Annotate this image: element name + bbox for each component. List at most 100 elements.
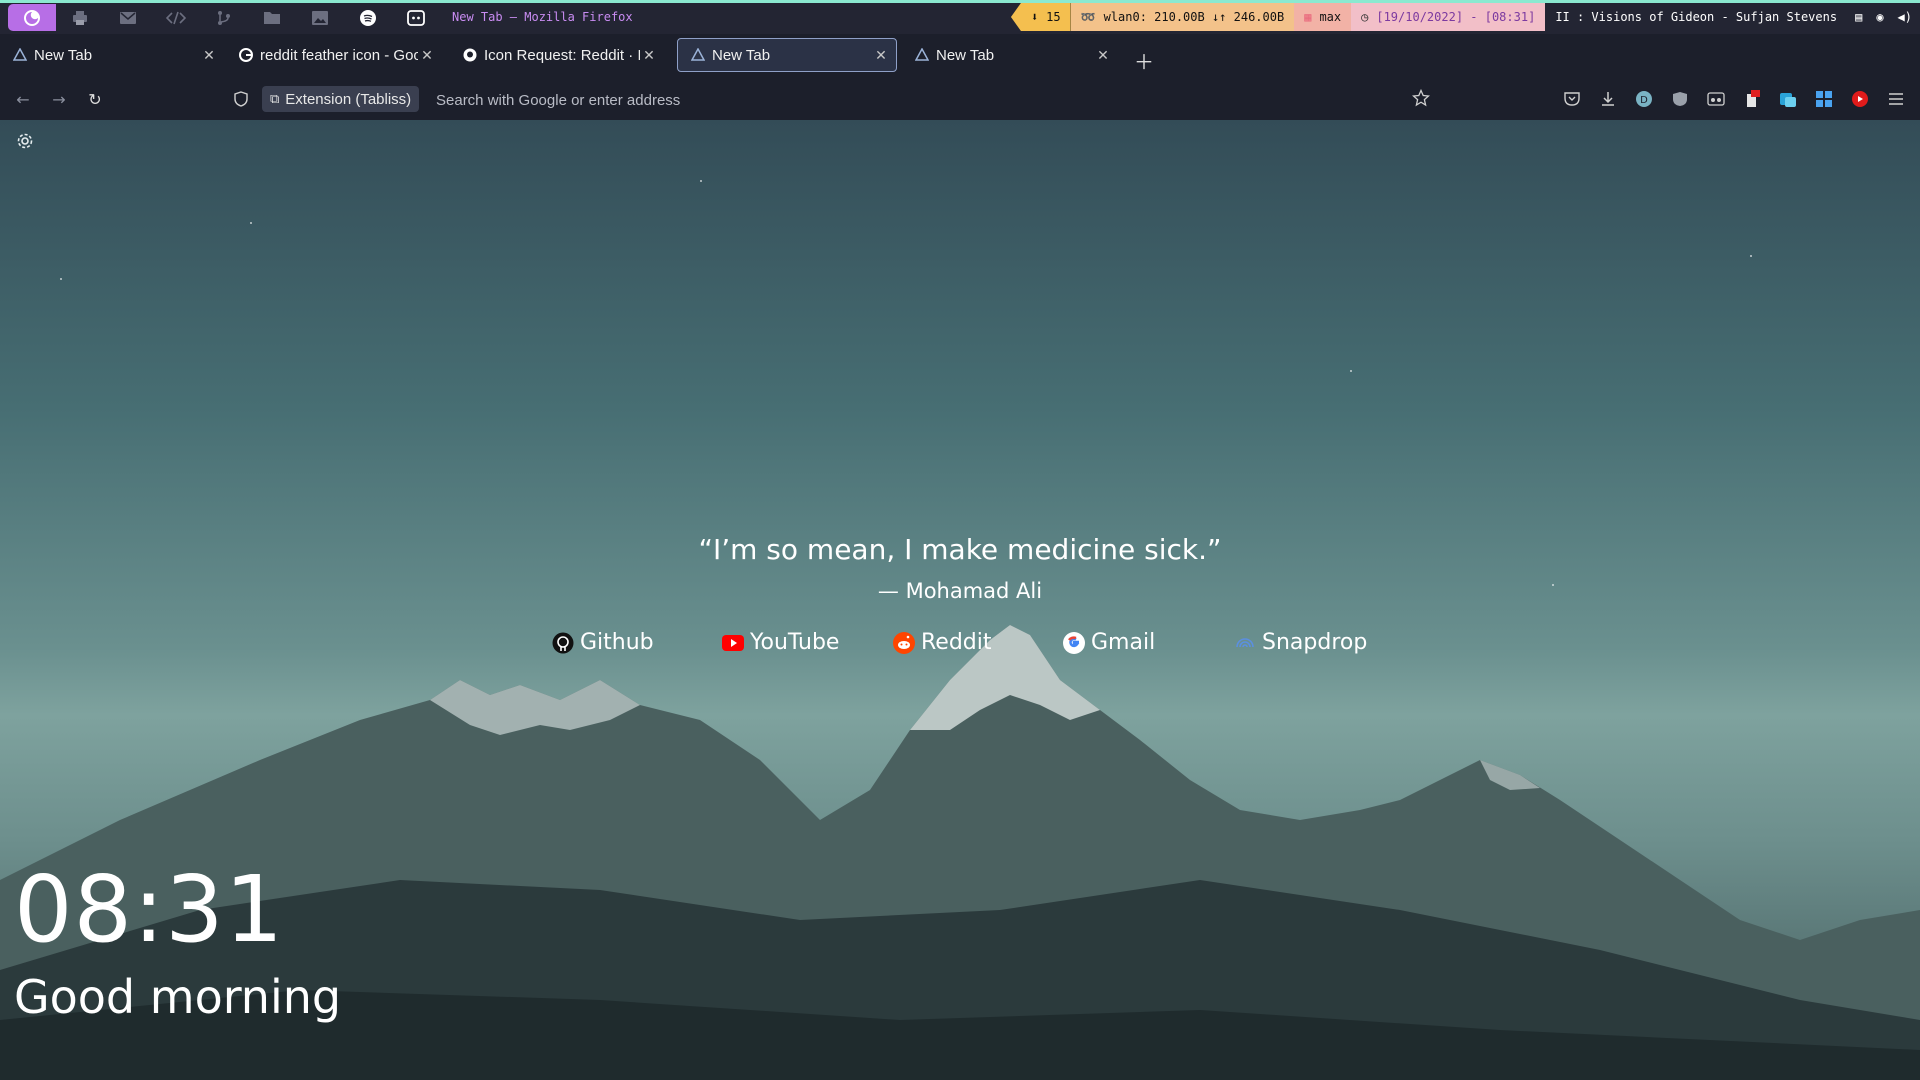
workspace-folder[interactable] xyxy=(248,4,296,31)
star-dot xyxy=(700,180,702,182)
workspace-spotify[interactable] xyxy=(344,4,392,31)
greeting-text: Good morning xyxy=(14,970,342,1024)
grid-extension-icon[interactable] xyxy=(1814,89,1834,109)
forward-button[interactable]: → xyxy=(48,88,70,110)
star-dot xyxy=(60,278,62,280)
media-module[interactable]: II : Visions of Gideon - Sufjan Stevens xyxy=(1545,3,1848,31)
workspace-image[interactable] xyxy=(296,4,344,31)
github-icon xyxy=(462,47,478,63)
link-label: Reddit xyxy=(921,630,992,655)
link-gmail[interactable]: Gmail xyxy=(1063,630,1155,655)
volume-module[interactable]: ▦ max xyxy=(1294,3,1352,31)
window-title: New Tab — Mozilla Firefox xyxy=(452,10,633,24)
network-text: wlan0: 210.00B ↓↑ 246.00B xyxy=(1103,10,1285,24)
tab-label: New Tab xyxy=(34,46,93,64)
tab-label: New Tab xyxy=(936,46,995,64)
translate-icon[interactable] xyxy=(1778,89,1798,109)
downloads-icon[interactable] xyxy=(1598,89,1618,109)
ublock-icon[interactable] xyxy=(1670,89,1690,109)
arrow-right-icon: → xyxy=(52,89,66,109)
link-youtube[interactable]: YouTube xyxy=(722,630,839,655)
youtube-extension-icon[interactable] xyxy=(1850,89,1870,109)
spotify-icon xyxy=(360,9,376,26)
tabliss-icon xyxy=(690,47,706,63)
discord-tray-icon[interactable]: ◉ xyxy=(1876,10,1883,24)
snapdrop-icon xyxy=(1234,632,1256,654)
code-icon xyxy=(166,11,186,24)
workspace-discord[interactable] xyxy=(392,4,440,31)
address-input[interactable] xyxy=(434,86,1118,114)
printer-icon xyxy=(73,10,87,25)
settings-gear-icon[interactable] xyxy=(16,132,34,150)
reload-button[interactable]: ↻ xyxy=(84,88,106,110)
system-status-bar: New Tab — Mozilla Firefox ⬇ 15 ➿ wlan0: … xyxy=(0,0,1920,34)
workspace-printer[interactable] xyxy=(56,4,104,31)
tabliss-new-tab-page: “I’m so mean, I make medicine sick.” — M… xyxy=(0,120,1920,1080)
network-module[interactable]: ➿ wlan0: 210.00B ↓↑ 246.00B xyxy=(1070,3,1295,31)
tab-label: reddit feather icon - Google Search xyxy=(260,46,418,64)
tab-icon-request[interactable]: Icon Request: Reddit · Issue ✕ xyxy=(450,38,664,72)
tab-new-tab-1[interactable]: New Tab ✕ xyxy=(0,38,224,72)
mail-icon xyxy=(120,11,136,24)
tab-strip: New Tab ✕ reddit feather icon - Google S… xyxy=(0,34,1920,78)
system-tray: ▤ ◉ ◀) xyxy=(1847,3,1920,31)
hamburger-menu-icon[interactable] xyxy=(1886,89,1906,109)
close-icon[interactable]: ✕ xyxy=(418,46,436,64)
quote-text: “I’m so mean, I make medicine sick.” xyxy=(698,533,1222,566)
link-reddit[interactable]: Reddit xyxy=(893,630,992,655)
status-modules: ⬇ 15 ➿ wlan0: 210.00B ↓↑ 246.00B ▦ max ◷… xyxy=(1010,3,1920,31)
close-icon[interactable]: ✕ xyxy=(200,46,218,64)
datetime-module[interactable]: ◷ [19/10/2022] - [08:31] xyxy=(1351,3,1546,31)
speaker-icon[interactable]: ◀) xyxy=(1898,10,1912,24)
downloads-module[interactable]: ⬇ 15 xyxy=(1010,3,1071,31)
star-dot xyxy=(1350,370,1352,372)
star-dot xyxy=(1750,255,1752,257)
google-icon xyxy=(1063,631,1085,654)
extension-d-icon[interactable]: D xyxy=(1634,89,1654,109)
link-label: Gmail xyxy=(1091,630,1156,655)
image-icon xyxy=(312,10,328,25)
link-github[interactable]: Github xyxy=(552,630,654,655)
pocket-icon[interactable] xyxy=(1562,89,1582,109)
tab-new-tab-active[interactable]: New Tab ✕ xyxy=(677,38,897,72)
svg-text:D: D xyxy=(1640,95,1648,106)
tab-label: Icon Request: Reddit · Issue xyxy=(484,46,640,64)
youtube-icon xyxy=(722,632,744,654)
workspace-firefox[interactable] xyxy=(8,4,56,31)
close-icon[interactable]: ✕ xyxy=(872,46,890,64)
tab-reddit-search[interactable]: reddit feather icon - Google Search ✕ xyxy=(226,38,442,72)
bookmark-star-icon[interactable] xyxy=(1412,89,1430,107)
tab-label: New Tab xyxy=(712,46,771,64)
volume-text: max xyxy=(1319,10,1342,24)
shield-icon[interactable] xyxy=(234,91,248,107)
media-text: II : Visions of Gideon - Sufjan Stevens xyxy=(1555,10,1838,24)
workspace-code[interactable] xyxy=(152,4,200,31)
reader-view-icon[interactable] xyxy=(1706,89,1726,109)
tab-new-tab-3[interactable]: New Tab ✕ xyxy=(902,38,1118,72)
tabliss-icon xyxy=(914,47,930,63)
workspace-mail[interactable] xyxy=(104,4,152,31)
wifi-icon: ➿ xyxy=(1080,10,1096,24)
close-icon[interactable]: ✕ xyxy=(1094,46,1112,64)
folder-icon xyxy=(264,12,280,24)
calendar-icon: ◷ xyxy=(1361,10,1369,24)
notes-extension-icon[interactable] xyxy=(1742,89,1762,109)
link-snapdrop[interactable]: Snapdrop xyxy=(1234,630,1367,655)
tabliss-icon xyxy=(12,47,28,63)
new-tab-button[interactable]: ＋ xyxy=(1134,46,1154,75)
volume-icon: ▦ xyxy=(1304,10,1312,24)
close-icon[interactable]: ✕ xyxy=(640,46,658,64)
workspace-git[interactable] xyxy=(200,4,248,31)
star-dot xyxy=(250,222,252,224)
navigation-toolbar: ← → ↻ ⧉ Extension (Tabliss) D xyxy=(0,78,1920,120)
reload-icon: ↻ xyxy=(88,89,102,109)
back-button[interactable]: ← xyxy=(12,88,34,110)
extension-label: Extension (Tabliss) xyxy=(285,90,412,108)
link-label: Snapdrop xyxy=(1262,630,1368,655)
link-label: Github xyxy=(580,630,654,655)
git-branch-icon xyxy=(218,10,230,25)
google-icon xyxy=(238,47,254,63)
url-bar[interactable]: ⧉ Extension (Tabliss) xyxy=(234,83,1444,115)
extension-identity-pill[interactable]: ⧉ Extension (Tabliss) xyxy=(262,86,420,112)
clipboard-icon[interactable]: ▤ xyxy=(1855,10,1862,24)
